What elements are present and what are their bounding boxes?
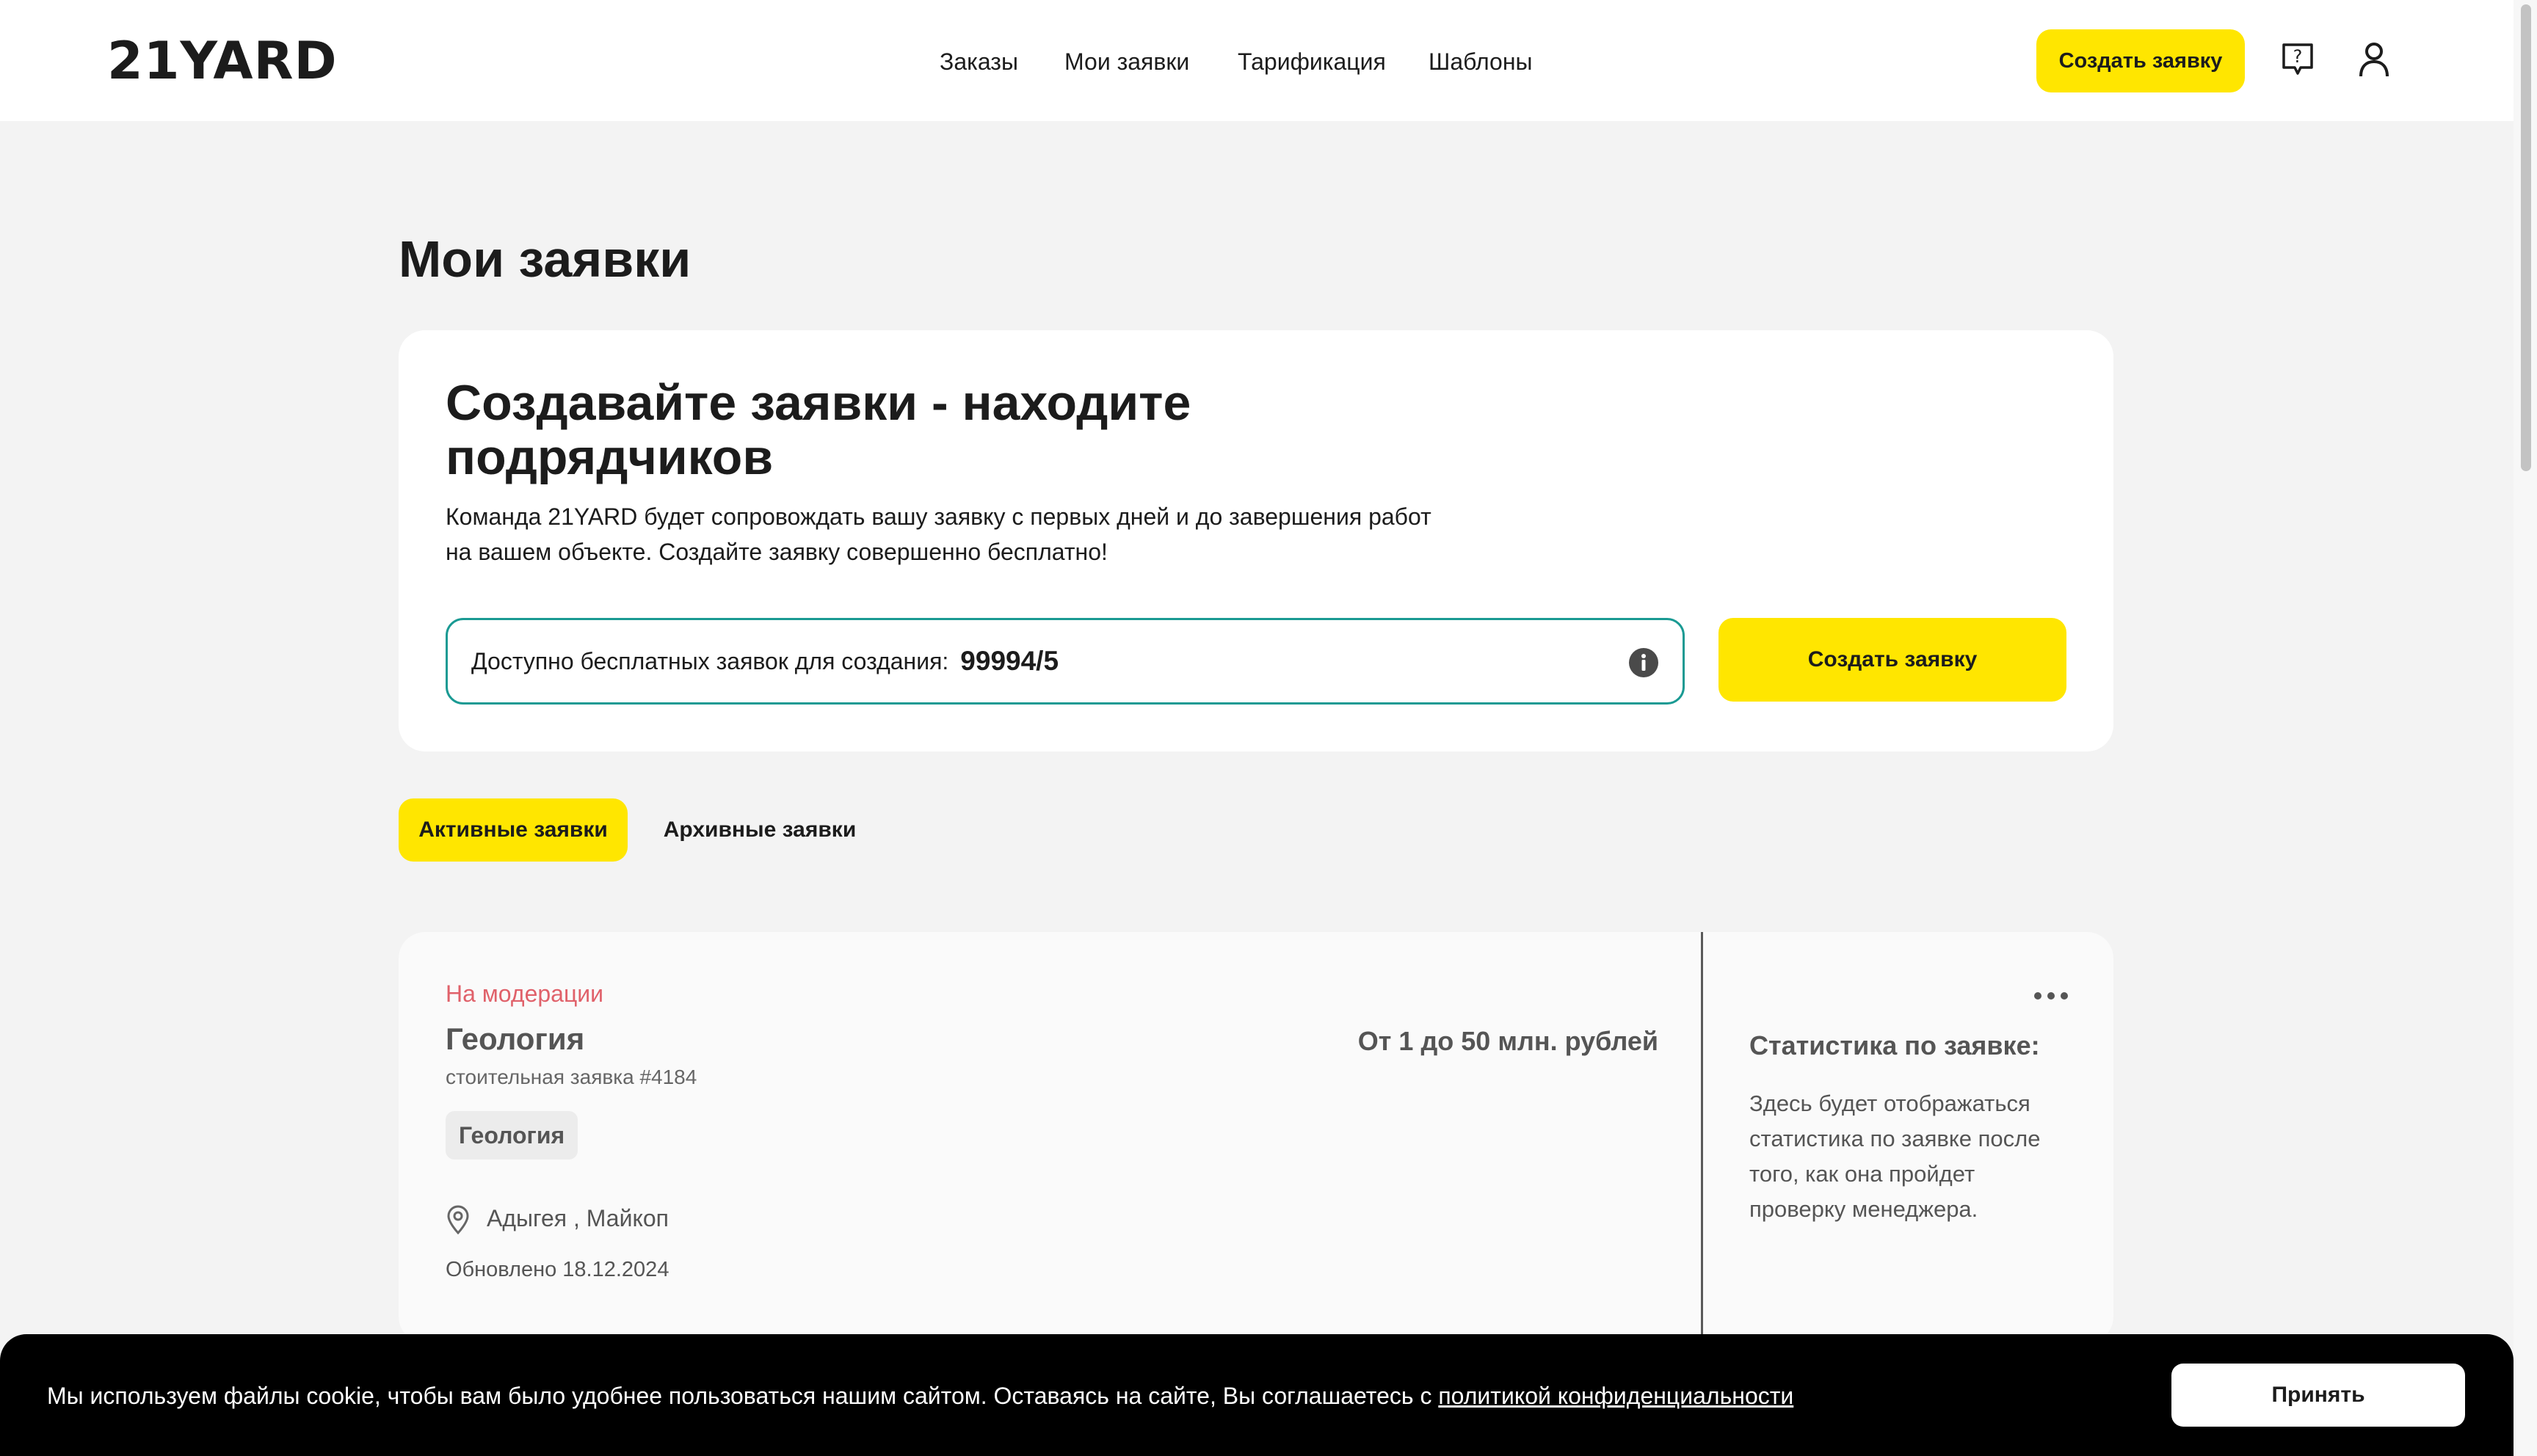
location-pin-icon	[447, 1205, 469, 1234]
scrollbar-thumb[interactable]	[2521, 4, 2531, 471]
header: 21YARD Заказы Мои заявки Тарификация Шаб…	[0, 0, 2514, 121]
card-divider	[1701, 932, 1703, 1343]
nav-orders[interactable]: Заказы	[940, 44, 1018, 79]
hero-card: Создавайте заявки - находите подрядчиков…	[399, 330, 2113, 751]
hero-title: Создавайте заявки - находите подрядчиков	[446, 375, 1191, 485]
stats-title: Статистика по заявке:	[1749, 1030, 2040, 1060]
category-tag: Геология	[446, 1111, 578, 1160]
tab-archived-requests[interactable]: Архивные заявки	[646, 798, 874, 862]
help-chat-icon[interactable]: ?	[2282, 43, 2314, 76]
tab-active-requests[interactable]: Активные заявки	[399, 798, 628, 862]
user-icon[interactable]	[2358, 41, 2390, 78]
request-location: Адыгея , Майкоп	[487, 1205, 669, 1231]
request-card[interactable]: На модерации Геология стоительная заявка…	[399, 932, 2113, 1343]
accept-cookies-button[interactable]: Принять	[2171, 1364, 2465, 1427]
quota-label: Доступно бесплатных заявок для создания:	[471, 647, 949, 674]
stats-description: Здесь будет отображаться статистика по з…	[1749, 1091, 2041, 1222]
hero-create-request-button[interactable]: Создать заявку	[1718, 618, 2066, 702]
request-updated-date: Обновлено 18.12.2024	[446, 1258, 669, 1281]
quota-value: 99994/5	[960, 646, 1059, 676]
request-budget: От 1 до 50 млн. рублей	[1357, 1026, 1658, 1056]
nav-templates[interactable]: Шаблоны	[1429, 44, 1533, 79]
free-requests-quota: Доступно бесплатных заявок для создания:…	[446, 618, 1685, 705]
svg-text:?: ?	[2293, 46, 2303, 67]
page-scrollbar[interactable]	[2514, 0, 2537, 1456]
nav-pricing[interactable]: Тарификация	[1238, 44, 1386, 79]
nav-my-requests[interactable]: Мои заявки	[1064, 44, 1189, 79]
info-icon[interactable]	[1628, 647, 1659, 678]
request-title[interactable]: Геология	[446, 1022, 584, 1057]
header-create-request-button[interactable]: Создать заявку	[2036, 29, 2245, 92]
page-title: Мои заявки	[399, 230, 692, 288]
more-options-icon[interactable]	[2033, 991, 2069, 1001]
cookie-text: Мы используем файлы cookie, чтобы вам бы…	[47, 1378, 1793, 1413]
status-badge: На модерации	[446, 980, 604, 1007]
privacy-policy-link[interactable]: политикой конфиденциальности	[1438, 1383, 1793, 1409]
request-number: стоительная заявка #4184	[446, 1066, 697, 1088]
cookie-banner: Мы используем файлы cookie, чтобы вам бы…	[0, 1334, 2514, 1456]
hero-description: Команда 21YARD будет сопровождать вашу з…	[446, 503, 1431, 565]
cookie-message: Мы используем файлы cookie, чтобы вам бы…	[47, 1383, 1432, 1409]
